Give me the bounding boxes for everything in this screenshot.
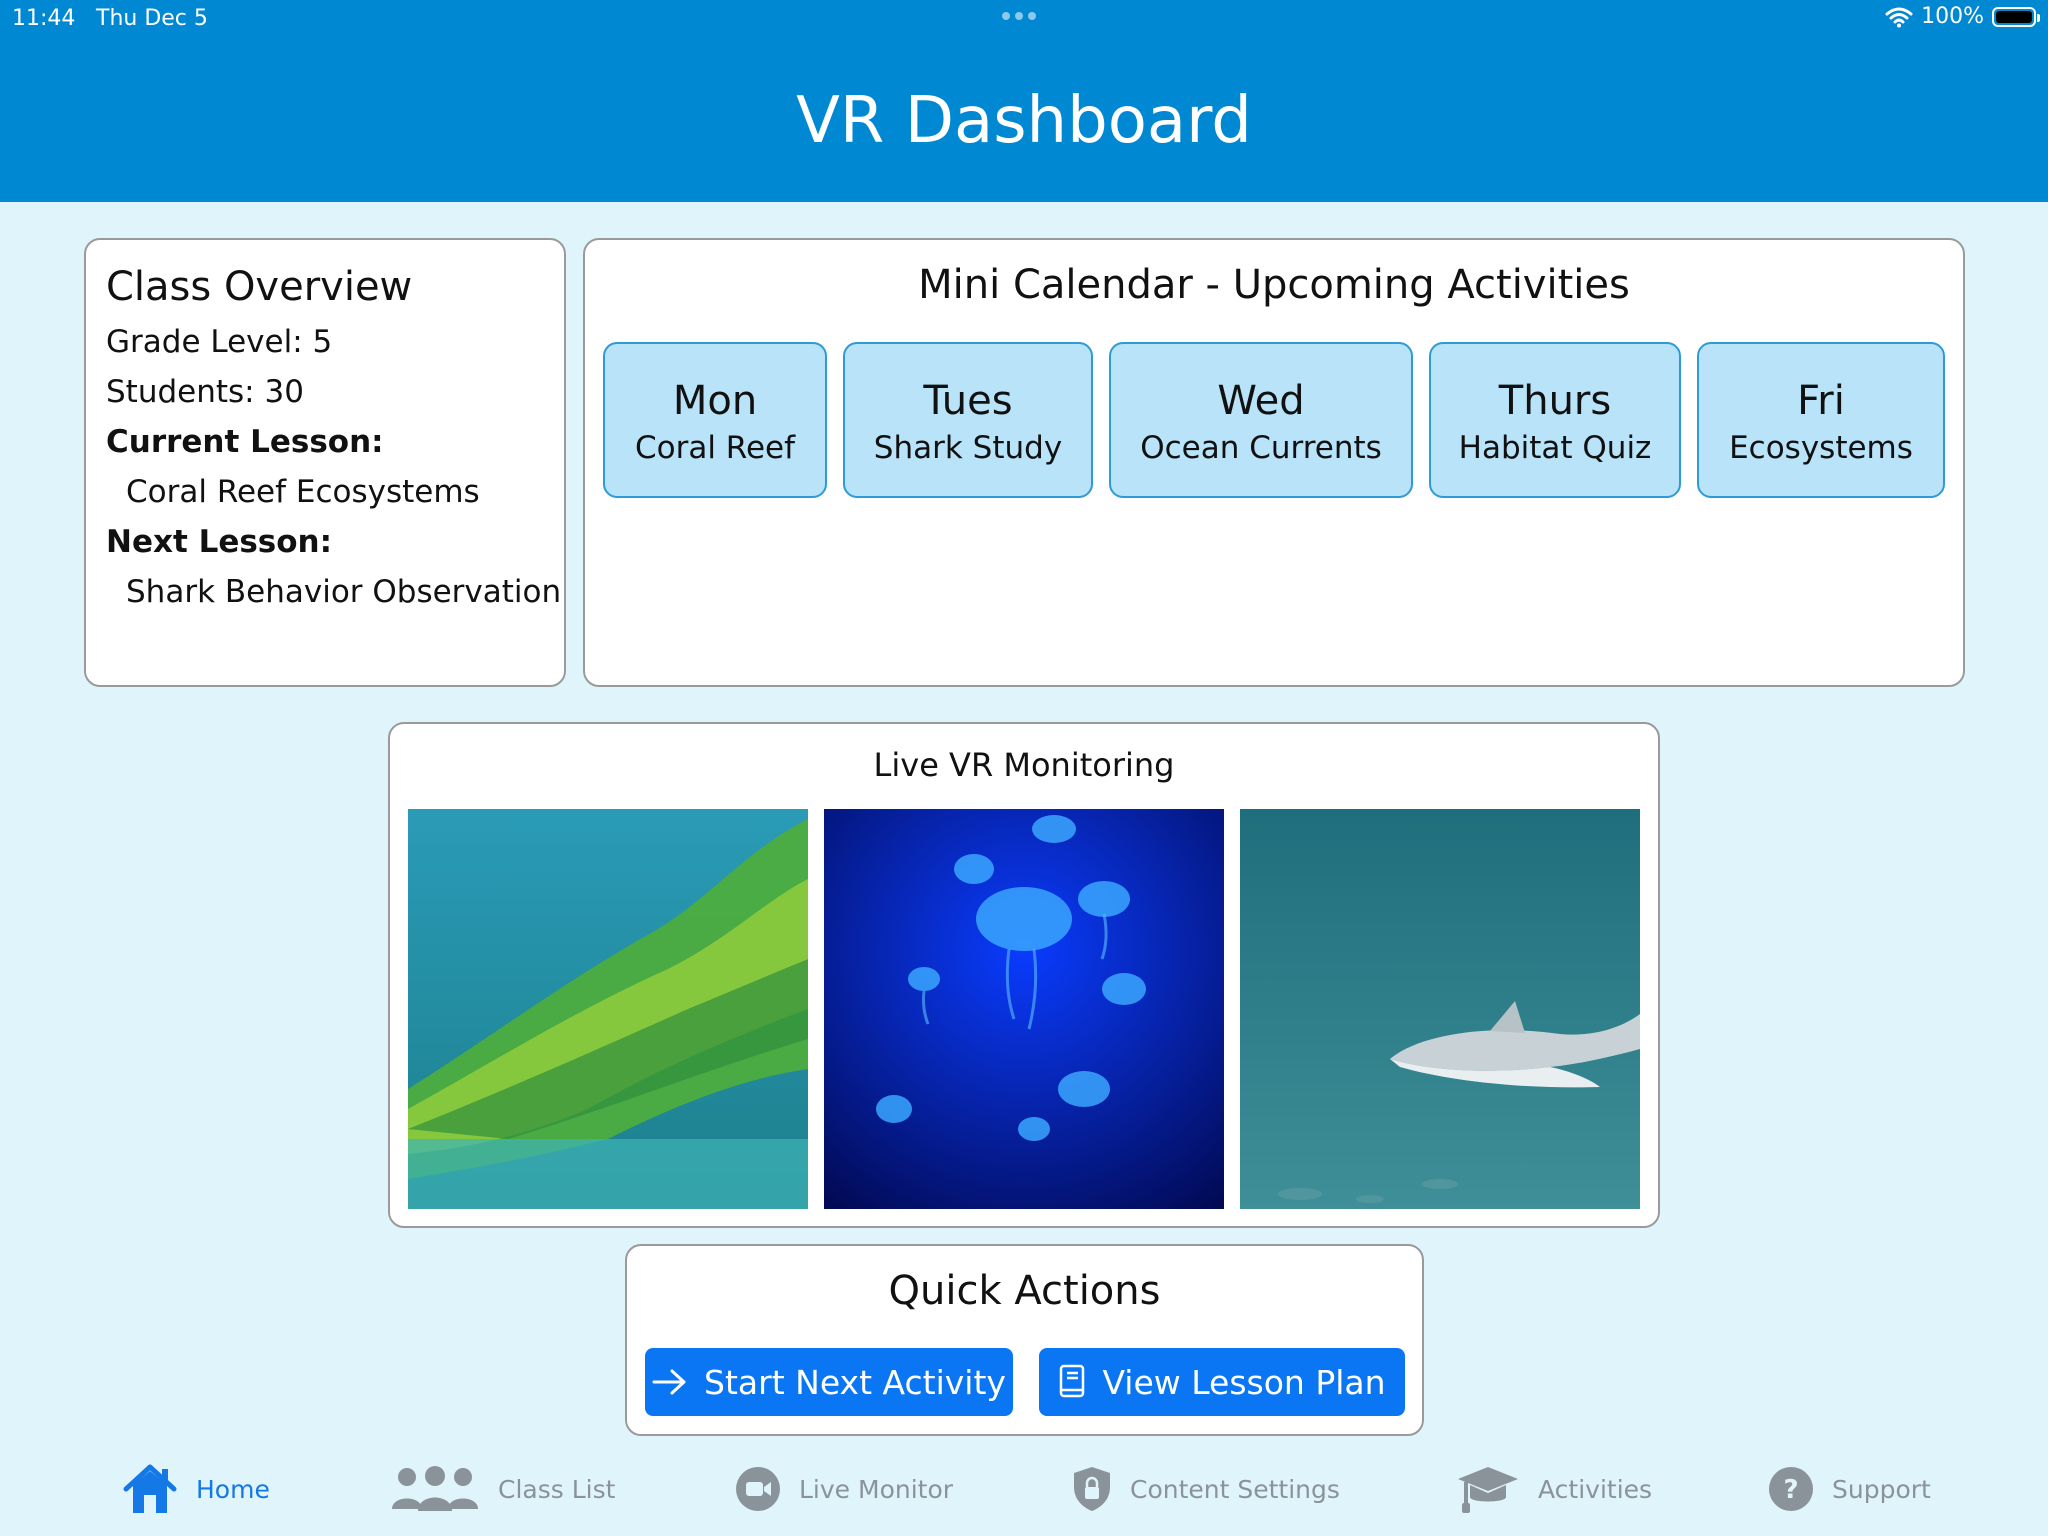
calendar-heading: Mini Calendar - Upcoming Activities — [918, 262, 1630, 308]
quick-actions-heading: Quick Actions — [888, 1268, 1161, 1314]
day-name: Tues — [923, 378, 1013, 424]
day-name: Mon — [672, 378, 758, 424]
grade-level: Grade Level: 5 — [106, 324, 333, 360]
header-bar: 11:44 Thu Dec 5 100% VR Dashboard — [0, 0, 2048, 202]
view-lesson-plan-label: View Lesson Plan — [1102, 1362, 1386, 1402]
tab-label: Activities — [1538, 1474, 1653, 1504]
quick-actions-card: Quick Actions Start Next Activity View L… — [625, 1244, 1424, 1436]
day-name: Thurs — [1498, 378, 1612, 424]
monitoring-heading: Live VR Monitoring — [873, 746, 1175, 784]
question-icon: ? — [1769, 1467, 1813, 1511]
current-lesson-value: Coral Reef Ecosystems — [126, 474, 480, 510]
calendar-day-thurs[interactable]: Thurs Habitat Quiz — [1429, 342, 1681, 498]
status-right: 100% — [1885, 4, 2040, 29]
battery-icon — [1992, 6, 2040, 27]
tab-home[interactable]: Home — [122, 1458, 270, 1520]
people-icon — [392, 1466, 478, 1511]
tab-activities[interactable]: Activities — [1456, 1458, 1652, 1520]
day-name: Wed — [1217, 378, 1305, 424]
multitasking-dots[interactable] — [1002, 12, 1036, 20]
day-activity: Ecosystems — [1729, 430, 1913, 466]
current-lesson-label: Current Lesson: — [106, 424, 384, 460]
shield-icon — [1074, 1467, 1110, 1511]
day-activity: Shark Study — [873, 430, 1063, 466]
page-title: VR Dashboard — [796, 84, 1252, 158]
wifi-icon — [1885, 7, 1913, 27]
book-icon — [1060, 1364, 1085, 1398]
view-lesson-plan-button[interactable]: View Lesson Plan — [1039, 1348, 1405, 1416]
tab-label: Class List — [498, 1474, 616, 1504]
tab-label: Content Settings — [1130, 1474, 1340, 1504]
start-next-activity-label: Start Next Activity — [704, 1362, 1006, 1402]
mini-calendar-card: Mini Calendar - Upcoming Activities Mon … — [583, 238, 1965, 687]
tab-label: Support — [1832, 1474, 1931, 1504]
live-vr-monitoring-card: Live VR Monitoring — [388, 722, 1660, 1228]
next-lesson-value: Shark Behavior Observation — [126, 574, 562, 610]
status-time: 11:44 — [12, 6, 76, 31]
calendar-day-fri[interactable]: Fri Ecosystems — [1697, 342, 1945, 498]
next-lesson-label: Next Lesson: — [106, 524, 333, 560]
tab-label: Home — [196, 1474, 270, 1504]
calendar-day-wed[interactable]: Wed Ocean Currents — [1109, 342, 1413, 498]
class-overview-heading: Class Overview — [106, 264, 413, 310]
vr-feed-jellyfish[interactable] — [824, 809, 1224, 1209]
status-date: Thu Dec 5 — [96, 6, 208, 31]
arrow-right-icon — [652, 1369, 686, 1395]
vr-feed-shark[interactable] — [1240, 809, 1640, 1209]
class-overview-card: Class Overview Grade Level: 5 Students: … — [84, 238, 566, 687]
start-next-activity-button[interactable]: Start Next Activity — [645, 1348, 1013, 1416]
tab-label: Live Monitor — [799, 1474, 954, 1504]
day-name: Fri — [1797, 378, 1845, 424]
calendar-day-tues[interactable]: Tues Shark Study — [843, 342, 1093, 498]
battery-percent: 100% — [1921, 4, 1984, 29]
graduation-cap-icon — [1458, 1467, 1518, 1513]
tab-live-monitor[interactable]: Live Monitor — [735, 1458, 953, 1520]
house-icon — [123, 1464, 177, 1513]
tab-class-list[interactable]: Class List — [390, 1458, 615, 1520]
day-activity: Coral Reef — [634, 430, 796, 466]
video-camera-icon — [736, 1467, 780, 1511]
day-activity: Habitat Quiz — [1458, 430, 1652, 466]
day-activity: Ocean Currents — [1140, 430, 1382, 466]
students-count: Students: 30 — [106, 374, 304, 410]
calendar-day-mon[interactable]: Mon Coral Reef — [603, 342, 827, 498]
svg-text:?: ? — [1783, 1475, 1798, 1505]
vr-feed-coral-reef[interactable] — [408, 809, 808, 1209]
tab-content-settings[interactable]: Content Settings — [1072, 1458, 1340, 1520]
tab-bar: Home Class List Live Monitor Content Set… — [0, 1440, 2048, 1536]
tab-support[interactable]: ? Support — [1768, 1458, 1931, 1520]
